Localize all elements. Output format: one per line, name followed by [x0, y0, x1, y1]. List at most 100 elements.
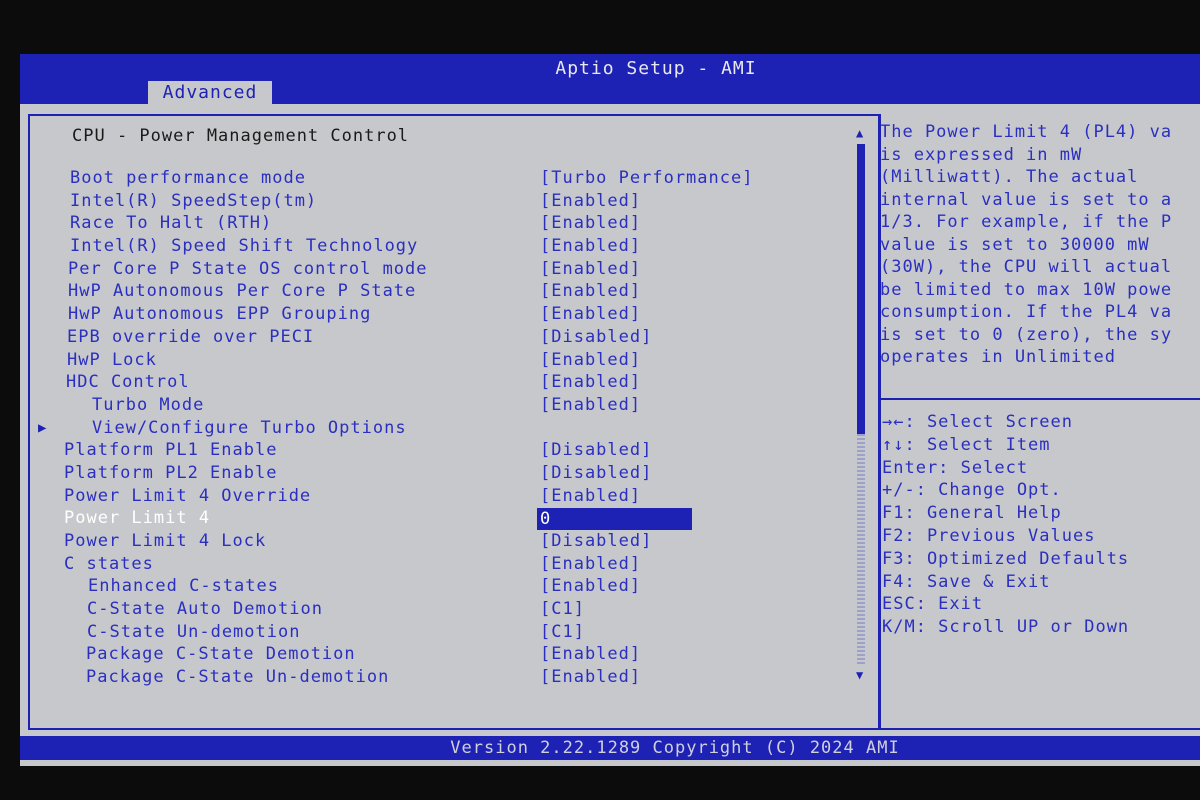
setting-row-race-to-halt[interactable]: Race To Halt (RTH) [Enabled] [20, 213, 860, 236]
version-text: Version 2.22.1289 Copyright (C) 2024 AMI [450, 738, 900, 758]
setting-row-boot-performance-mode[interactable]: Boot performance mode [Turbo Performance… [20, 168, 860, 191]
setting-row-hwp-epp-grouping[interactable]: HwP Autonomous EPP Grouping [Enabled] [20, 304, 860, 327]
scroll-up-icon[interactable]: ▲ [856, 126, 863, 140]
setting-value[interactable]: [Enabled] [540, 486, 641, 506]
setting-label: C-State Auto Demotion [87, 599, 323, 620]
key-help-item: F4: Save & Exit [882, 571, 1051, 592]
setting-value[interactable]: [C1] [540, 622, 585, 642]
setting-value[interactable]: [Enabled] [540, 372, 641, 392]
setting-row-turbo-mode[interactable]: Turbo Mode [Enabled] [20, 395, 860, 418]
power-limit-4-input[interactable]: 0 [537, 508, 692, 531]
help-line: (30W), the CPU will actual [880, 257, 1173, 277]
setting-row-enhanced-c-states[interactable]: Enhanced C-states [Enabled] [20, 576, 860, 599]
help-text-panel: The Power Limit 4 (PL4) va is expressed … [880, 122, 1200, 392]
setting-value[interactable]: [Enabled] [540, 350, 641, 370]
setting-label: EPB override over PECI [67, 326, 315, 347]
setting-value[interactable]: [Enabled] [540, 576, 641, 596]
setting-value[interactable]: [Enabled] [540, 281, 641, 301]
key-help-item: +/-: Change Opt. [882, 480, 1062, 501]
setting-label: C-State Un-demotion [87, 621, 301, 642]
help-line: internal value is set to a [880, 189, 1173, 210]
key-help-item: ↑↓: Select Item [882, 434, 1051, 455]
setting-value[interactable]: [Enabled] [540, 191, 641, 211]
setting-value[interactable]: [Enabled] [540, 667, 641, 687]
setting-value[interactable]: [Enabled] [540, 213, 641, 233]
key-help-item: F2: Previous Values [882, 525, 1096, 546]
setting-row-c-states[interactable]: C states [Enabled] [20, 554, 860, 577]
setting-value[interactable]: [Enabled] [540, 644, 641, 664]
setting-value[interactable]: [Enabled] [540, 304, 641, 324]
setting-label: Race To Halt (RTH) [70, 213, 273, 234]
setting-value[interactable]: [Enabled] [540, 554, 641, 574]
key-help-item: K/M: Scroll UP or Down [882, 617, 1130, 638]
setting-label: Power Limit 4 Lock [64, 531, 267, 551]
setting-row-pl4-lock[interactable]: Power Limit 4 Lock [Disabled] [20, 531, 860, 554]
setting-label: Package C-State Demotion [86, 644, 356, 665]
setting-label: Enhanced C-states [88, 576, 279, 597]
submenu-label: View/Configure Turbo Options [92, 417, 407, 438]
setting-value[interactable]: [Enabled] [540, 259, 641, 279]
setting-row-power-limit-4[interactable]: Power Limit 4 0 [20, 508, 860, 531]
setting-row-c-state-auto-demotion[interactable]: C-State Auto Demotion [C1] [20, 599, 860, 622]
help-line: operates in Unlimited [880, 347, 1116, 367]
scroll-thumb[interactable] [857, 144, 865, 434]
key-help-item: F3: Optimized Defaults [882, 548, 1130, 569]
setting-label: Power Limit 4 Override [64, 485, 312, 506]
help-line: The Power Limit 4 (PL4) va [880, 122, 1173, 142]
setting-value[interactable]: [Disabled] [540, 463, 652, 483]
key-help-item: →←: Select Screen [882, 412, 1073, 432]
setting-label: Power Limit 4 [64, 508, 211, 529]
setting-value[interactable]: [Enabled] [540, 236, 641, 256]
setting-row-c-state-un-demotion[interactable]: C-State Un-demotion [C1] [20, 622, 860, 645]
setting-row-hwp-per-core[interactable]: HwP Autonomous Per Core P State [Enabled… [20, 281, 860, 304]
setting-row-hdc-control[interactable]: HDC Control [Enabled] [20, 372, 860, 395]
setting-value[interactable]: [C1] [540, 599, 585, 619]
help-line: (Milliwatt). The actual [880, 167, 1139, 187]
setting-label: Intel(R) SpeedStep(tm) [70, 190, 318, 211]
setting-label: HDC Control [66, 372, 190, 393]
help-line: be limited to max 10W powe [880, 279, 1173, 300]
scroll-track[interactable] [857, 434, 865, 664]
setting-row-per-core-p-state[interactable]: Per Core P State OS control mode [Enable… [20, 259, 860, 282]
setting-label: Package C-State Un-demotion [86, 667, 390, 688]
setting-value[interactable]: [Enabled] [540, 395, 641, 415]
scroll-down-icon[interactable]: ▼ [856, 668, 863, 682]
title-bar: Aptio Setup - AMI Advanced [20, 54, 1200, 104]
setting-row-platform-pl2[interactable]: Platform PL2 Enable [Disabled] [20, 463, 860, 486]
help-line: is set to 0 (zero), the sy [880, 324, 1173, 345]
setting-row-package-c-state-demotion[interactable]: Package C-State Demotion [Enabled] [20, 644, 860, 667]
setting-row-speed-shift[interactable]: Intel(R) Speed Shift Technology [Enabled… [20, 236, 860, 259]
setting-label: HwP Lock [67, 349, 157, 370]
setting-row-speedstep[interactable]: Intel(R) SpeedStep(tm) [Enabled] [20, 191, 860, 214]
help-line: is expressed in mW [880, 144, 1083, 165]
bottom-border [28, 728, 1200, 730]
setting-label: Turbo Mode [92, 394, 205, 415]
setting-label: Per Core P State OS control mode [68, 258, 428, 279]
setting-value[interactable]: [Turbo Performance] [540, 168, 753, 188]
setting-value[interactable]: [Disabled] [540, 440, 652, 460]
key-help-item: F1: General Help [882, 503, 1062, 524]
settings-list: Boot performance mode [Turbo Performance… [20, 168, 860, 690]
setting-row-platform-pl1[interactable]: Platform PL1 Enable [Disabled] [20, 440, 860, 463]
tab-advanced[interactable]: Advanced [148, 81, 272, 104]
setting-label: Platform PL2 Enable [64, 462, 278, 483]
setting-row-package-c-state-un-demotion[interactable]: Package C-State Un-demotion [Enabled] [20, 667, 860, 690]
submenu-turbo-options[interactable]: ▶ View/Configure Turbo Options [20, 418, 860, 441]
setting-row-epb-override[interactable]: EPB override over PECI [Disabled] [20, 327, 860, 350]
key-help-item: ESC: Exit [882, 594, 984, 615]
setting-value[interactable]: [Disabled] [540, 327, 652, 347]
setting-value[interactable]: [Disabled] [540, 531, 652, 551]
settings-scrollbar[interactable]: ▲ ▼ [854, 126, 872, 686]
setting-label: Intel(R) Speed Shift Technology [70, 236, 419, 257]
setting-label: HwP Autonomous EPP Grouping [68, 304, 372, 325]
key-help-panel: →←: Select Screen ↑↓: Select Item Enter:… [882, 412, 1200, 640]
submenu-arrow-icon: ▶ [38, 419, 48, 436]
setting-row-hwp-lock[interactable]: HwP Lock [Enabled] [20, 350, 860, 373]
bios-screen: Aptio Setup - AMI Advanced CPU - Power M… [20, 54, 1200, 766]
help-line: value is set to 30000 mW [880, 234, 1150, 255]
help-line: 1/3. For example, if the P [880, 212, 1173, 232]
key-help-item: Enter: Select [882, 457, 1029, 478]
setting-row-pl4-override[interactable]: Power Limit 4 Override [Enabled] [20, 486, 860, 509]
app-title: Aptio Setup - AMI [555, 58, 757, 79]
section-heading: CPU - Power Management Control [72, 126, 410, 146]
